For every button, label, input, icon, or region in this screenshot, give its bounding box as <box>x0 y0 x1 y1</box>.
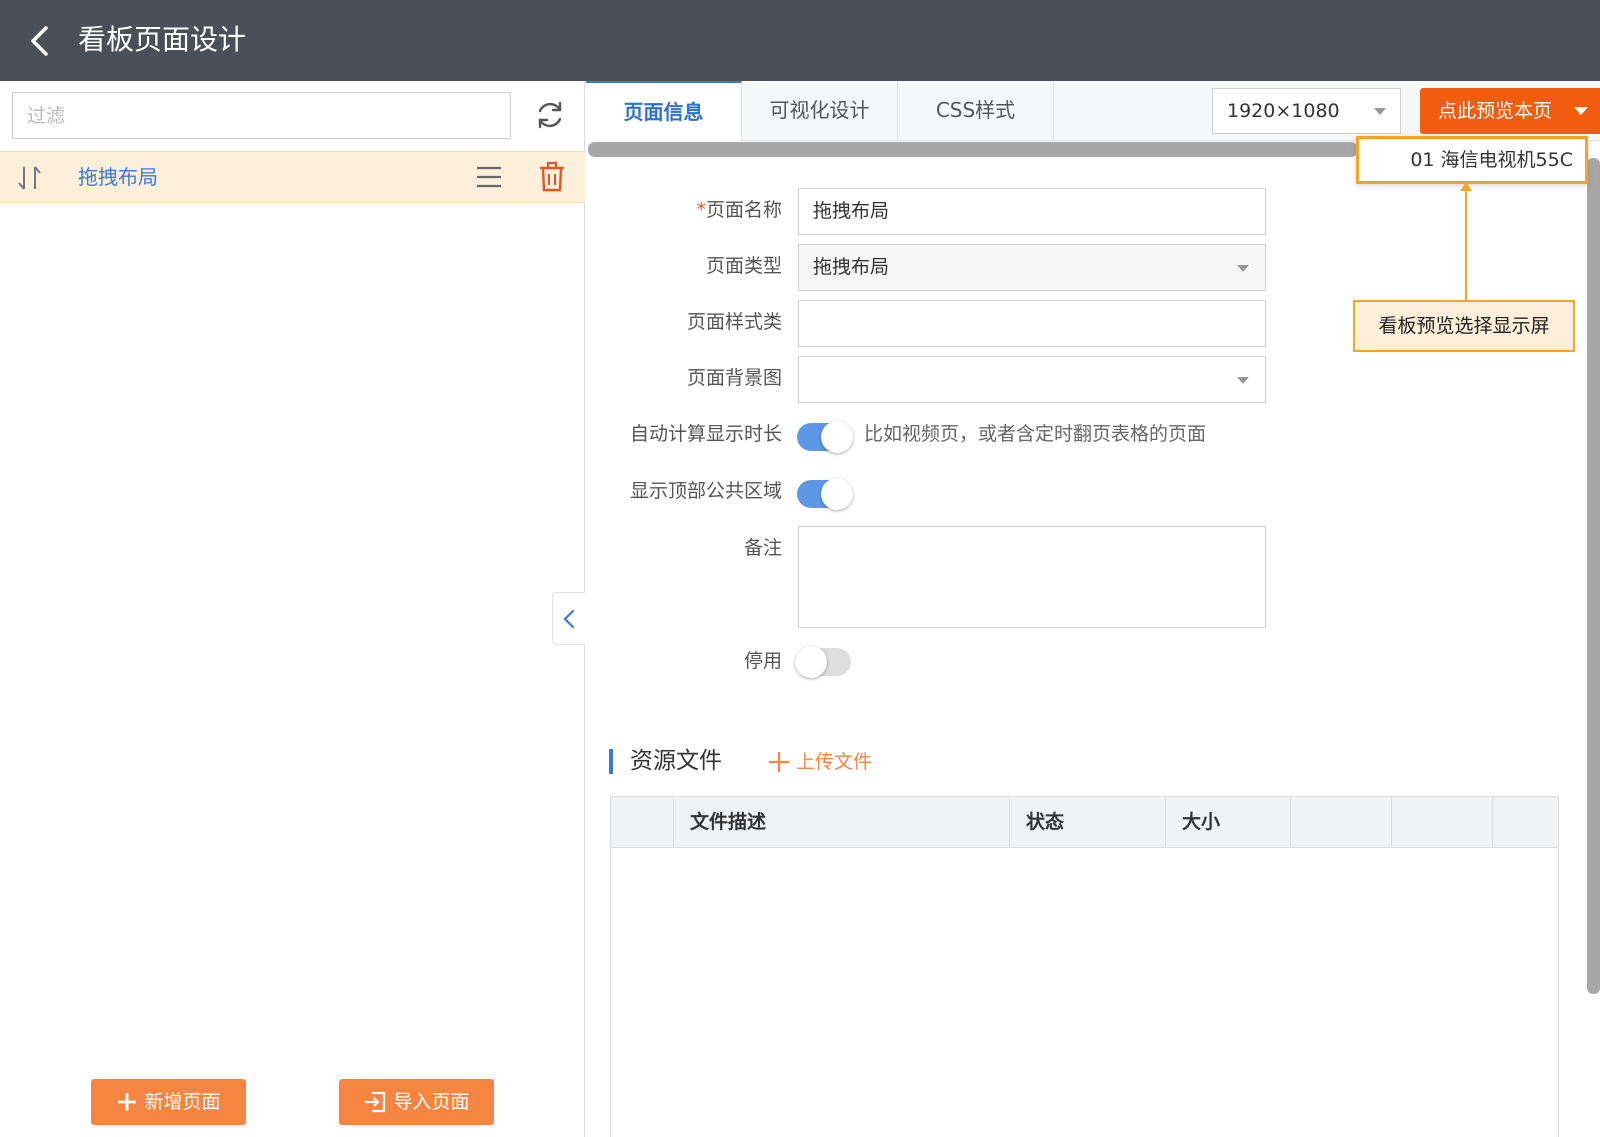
plus-icon <box>769 752 789 772</box>
page-list-panel: 拖拽布局 新增页面 <box>0 81 585 1137</box>
caret-down-icon[interactable] <box>1574 107 1588 115</box>
import-page-label: 导入页面 <box>393 1091 470 1113</box>
import-icon <box>365 1091 386 1113</box>
disable-label: 停用 <box>743 650 782 672</box>
upload-file-label: 上传文件 <box>796 751 873 773</box>
new-page-label: 新增页面 <box>144 1091 221 1113</box>
horizontal-scrollbar[interactable] <box>588 142 1358 157</box>
annotation-line <box>1465 184 1467 300</box>
annotation-arrow-icon <box>1460 182 1472 191</box>
vertical-scrollbar[interactable] <box>1587 158 1600 994</box>
resolution-value: 1920×1080 <box>1227 100 1340 122</box>
show-top-area-label: 显示顶部公共区域 <box>629 480 782 502</box>
required-mark: * <box>696 199 706 221</box>
auto-duration-label: 自动计算显示时长 <box>629 423 782 445</box>
page-style-input[interactable] <box>798 300 1266 347</box>
sort-handle-icon[interactable] <box>14 164 46 192</box>
new-page-button[interactable]: 新增页面 <box>91 1079 246 1125</box>
page-bg-label: 页面背景图 <box>686 367 782 389</box>
resources-table: 文件描述 状态 大小 <box>610 796 1559 1137</box>
page-name-label: *页面名称 <box>696 199 782 221</box>
page-name-input[interactable]: 拖拽布局 <box>798 188 1266 235</box>
tab-css-style[interactable]: CSS样式 <box>898 81 1054 141</box>
chevron-down-icon <box>1374 108 1386 115</box>
display-screen-option[interactable]: 01 海信电视机55C <box>1356 136 1588 184</box>
page-item-label: 拖拽布局 <box>78 165 158 189</box>
page-style-label: 页面样式类 <box>686 311 782 333</box>
section-marker <box>609 749 613 774</box>
column-header-description[interactable]: 文件描述 <box>674 797 1010 847</box>
preview-page-button[interactable]: 点此预览本页 <box>1420 88 1600 134</box>
delete-icon[interactable] <box>538 161 566 193</box>
column-header-status[interactable]: 状态 <box>1010 797 1166 847</box>
back-arrow-icon[interactable] <box>24 22 58 60</box>
column-header <box>1291 797 1392 847</box>
chevron-down-icon <box>1237 377 1249 384</box>
disable-toggle[interactable] <box>795 646 851 678</box>
table-header: 文件描述 状态 大小 <box>611 797 1558 848</box>
refresh-icon[interactable] <box>534 99 566 131</box>
preview-label: 点此预览本页 <box>1438 100 1553 122</box>
menu-icon[interactable] <box>475 164 503 190</box>
resolution-select[interactable]: 1920×1080 <box>1212 88 1401 134</box>
page-bg-select[interactable] <box>798 356 1266 403</box>
show-top-area-toggle[interactable] <box>797 478 853 510</box>
page-type-select[interactable]: 拖拽布局 <box>798 244 1266 291</box>
collapse-panel-button[interactable] <box>552 592 585 645</box>
auto-duration-toggle[interactable] <box>797 421 853 453</box>
remark-textarea[interactable] <box>798 526 1266 628</box>
column-header <box>611 797 674 847</box>
column-header-size[interactable]: 大小 <box>1166 797 1291 847</box>
page-title: 看板页面设计 <box>78 23 247 56</box>
chevron-down-icon <box>1237 265 1249 272</box>
resources-title: 资源文件 <box>630 748 722 774</box>
app-header: 看板页面设计 <box>0 0 1600 81</box>
column-header <box>1493 797 1558 847</box>
list-item[interactable]: 拖拽布局 <box>0 151 585 203</box>
remark-label: 备注 <box>743 537 782 559</box>
page-type-label: 页面类型 <box>705 255 782 277</box>
plus-icon <box>118 1093 137 1111</box>
auto-duration-hint: 比如视频页，或者含定时翻页表格的页面 <box>864 423 1207 445</box>
page-type-value: 拖拽布局 <box>813 256 890 278</box>
import-page-button[interactable]: 导入页面 <box>339 1079 494 1125</box>
column-header <box>1392 797 1493 847</box>
upload-file-button[interactable]: 上传文件 <box>768 748 872 776</box>
filter-input[interactable] <box>12 92 511 139</box>
annotation-callout: 看板预览选择显示屏 <box>1353 300 1575 352</box>
tab-page-info[interactable]: 页面信息 <box>586 81 742 141</box>
tab-visual-design[interactable]: 可视化设计 <box>742 81 898 141</box>
